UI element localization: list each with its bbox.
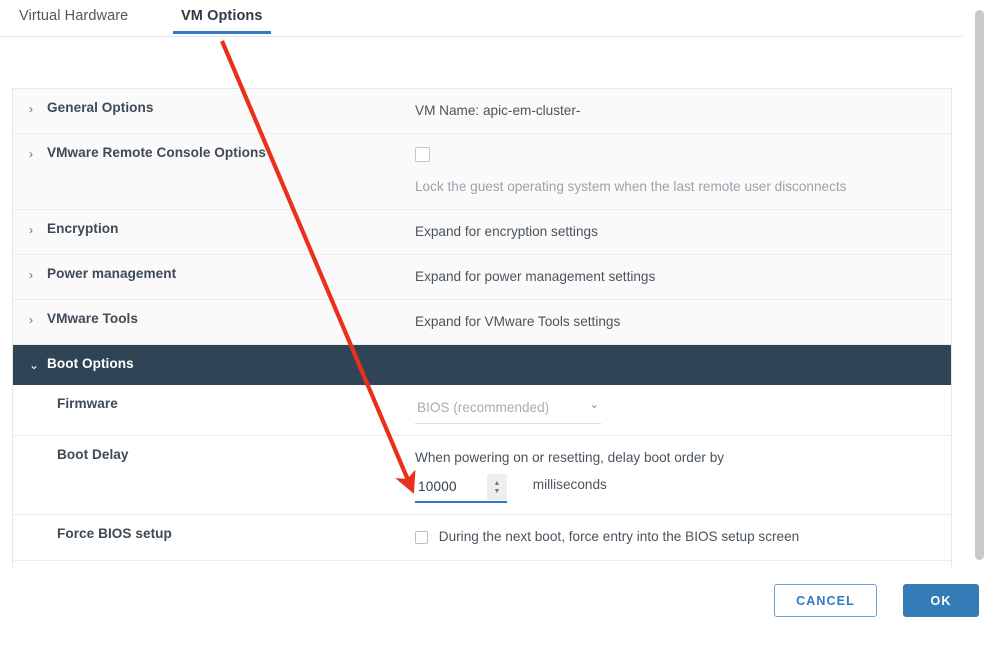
row-value-encryption: Expand for encryption settings	[415, 224, 598, 240]
row-label-text: Boot Options	[47, 356, 134, 372]
stepper-down-icon[interactable]: ▼	[494, 488, 501, 495]
row-value-firmware: ⌄ BIOS (recommended)	[415, 385, 951, 435]
vertical-scrollbar-thumb[interactable]	[975, 10, 984, 560]
table-row-force-bios-setup: Force BIOS setup During the next boot, f…	[13, 515, 951, 562]
chevron-right-icon[interactable]: ›	[29, 269, 38, 281]
row-label-text: VMware Remote Console Options	[47, 145, 266, 161]
force-bios-setup-checkbox[interactable]	[415, 531, 428, 545]
row-label-vmware-remote-console-options: › VMware Remote Console Options	[13, 134, 415, 171]
chevron-right-icon[interactable]: ›	[29, 148, 38, 160]
tab-bar: Virtual Hardware VM Options	[0, 0, 963, 37]
row-label-vmware-tools: › VMware Tools	[13, 300, 415, 337]
row-value-boot-options	[415, 345, 951, 367]
chevron-down-icon: ⌄	[589, 399, 599, 412]
table-row-vmware-remote-console-options[interactable]: › VMware Remote Console Options Lock the…	[13, 134, 951, 211]
chevron-right-icon[interactable]: ›	[29, 224, 38, 236]
stepper-buttons[interactable]: ▲ ▼	[487, 474, 507, 501]
row-value-boot-delay: When powering on or resetting, delay boo…	[415, 436, 951, 514]
lock-guest-os-checkbox[interactable]	[415, 147, 430, 163]
firmware-select[interactable]: ⌄ BIOS (recommended)	[415, 396, 601, 425]
table-row-vmware-tools[interactable]: › VMware Tools Expand for VMware Tools s…	[13, 300, 951, 346]
table-row-power-management[interactable]: › Power management Expand for power mana…	[13, 255, 951, 301]
ok-button[interactable]: OK	[903, 584, 979, 617]
chevron-down-icon[interactable]: ⌄	[29, 359, 39, 371]
row-label-text: VMware Tools	[47, 311, 138, 327]
row-value-vmware-tools: Expand for VMware Tools settings	[415, 314, 621, 330]
boot-delay-description: When powering on or resetting, delay boo…	[415, 450, 725, 466]
row-label-firmware: Firmware	[13, 385, 415, 422]
row-label-general-options: › General Options	[13, 89, 415, 126]
row-value-remote-console: Lock the guest operating system when the…	[415, 134, 951, 209]
tab-virtual-hardware[interactable]: Virtual Hardware	[17, 5, 130, 33]
boot-delay-stepper[interactable]: 10000 ▲ ▼	[415, 474, 507, 504]
table-row-encryption[interactable]: › Encryption Expand for encryption setti…	[13, 210, 951, 256]
row-value-force-bios-setup: During the next boot, force entry into t…	[415, 515, 951, 560]
vm-options-settings-table: › General Options VM Name: apic-em-clust…	[12, 88, 952, 568]
row-label-text: Firmware	[57, 396, 118, 412]
lock-guest-os-label: Lock the guest operating system when the…	[415, 179, 847, 195]
table-row-general-options[interactable]: › General Options VM Name: apic-em-clust…	[13, 89, 951, 135]
row-label-encryption: › Encryption	[13, 210, 415, 247]
table-row-boot-delay: Boot Delay When powering on or resetting…	[13, 436, 951, 516]
firmware-select-value: BIOS (recommended)	[417, 400, 550, 416]
row-label-boot-options: ⌄ Boot Options	[13, 345, 415, 382]
table-row-boot-options[interactable]: ⌄ Boot Options	[13, 345, 951, 386]
chevron-right-icon[interactable]: ›	[29, 314, 38, 326]
dialog-footer: CANCEL OK	[0, 570, 995, 648]
row-label-text: General Options	[47, 100, 154, 115]
row-label-power-management: › Power management	[13, 255, 415, 292]
boot-delay-units: milliseconds	[532, 477, 607, 493]
row-label-text: Power management	[47, 266, 177, 282]
boot-delay-input[interactable]: 10000	[415, 474, 487, 501]
chevron-right-icon[interactable]: ›	[29, 103, 38, 115]
force-bios-setup-label: During the next boot, force entry into t…	[438, 529, 800, 545]
row-value-power-management: Expand for power management settings	[415, 269, 656, 285]
row-label-force-bios-setup: Force BIOS setup	[13, 515, 415, 552]
table-row-firmware: Firmware ⌄ BIOS (recommended)	[13, 385, 951, 437]
cancel-button[interactable]: CANCEL	[774, 584, 877, 617]
stepper-up-icon[interactable]: ▲	[494, 480, 501, 487]
row-label-boot-delay: Boot Delay	[13, 436, 415, 473]
row-label-text: Encryption	[47, 221, 119, 237]
tab-vm-options[interactable]: VM Options	[173, 5, 271, 34]
row-label-text: Force BIOS setup	[57, 526, 172, 542]
row-value-vm-name: VM Name: apic-em-cluster-	[415, 103, 581, 118]
row-label-text: Boot Delay	[57, 447, 129, 463]
